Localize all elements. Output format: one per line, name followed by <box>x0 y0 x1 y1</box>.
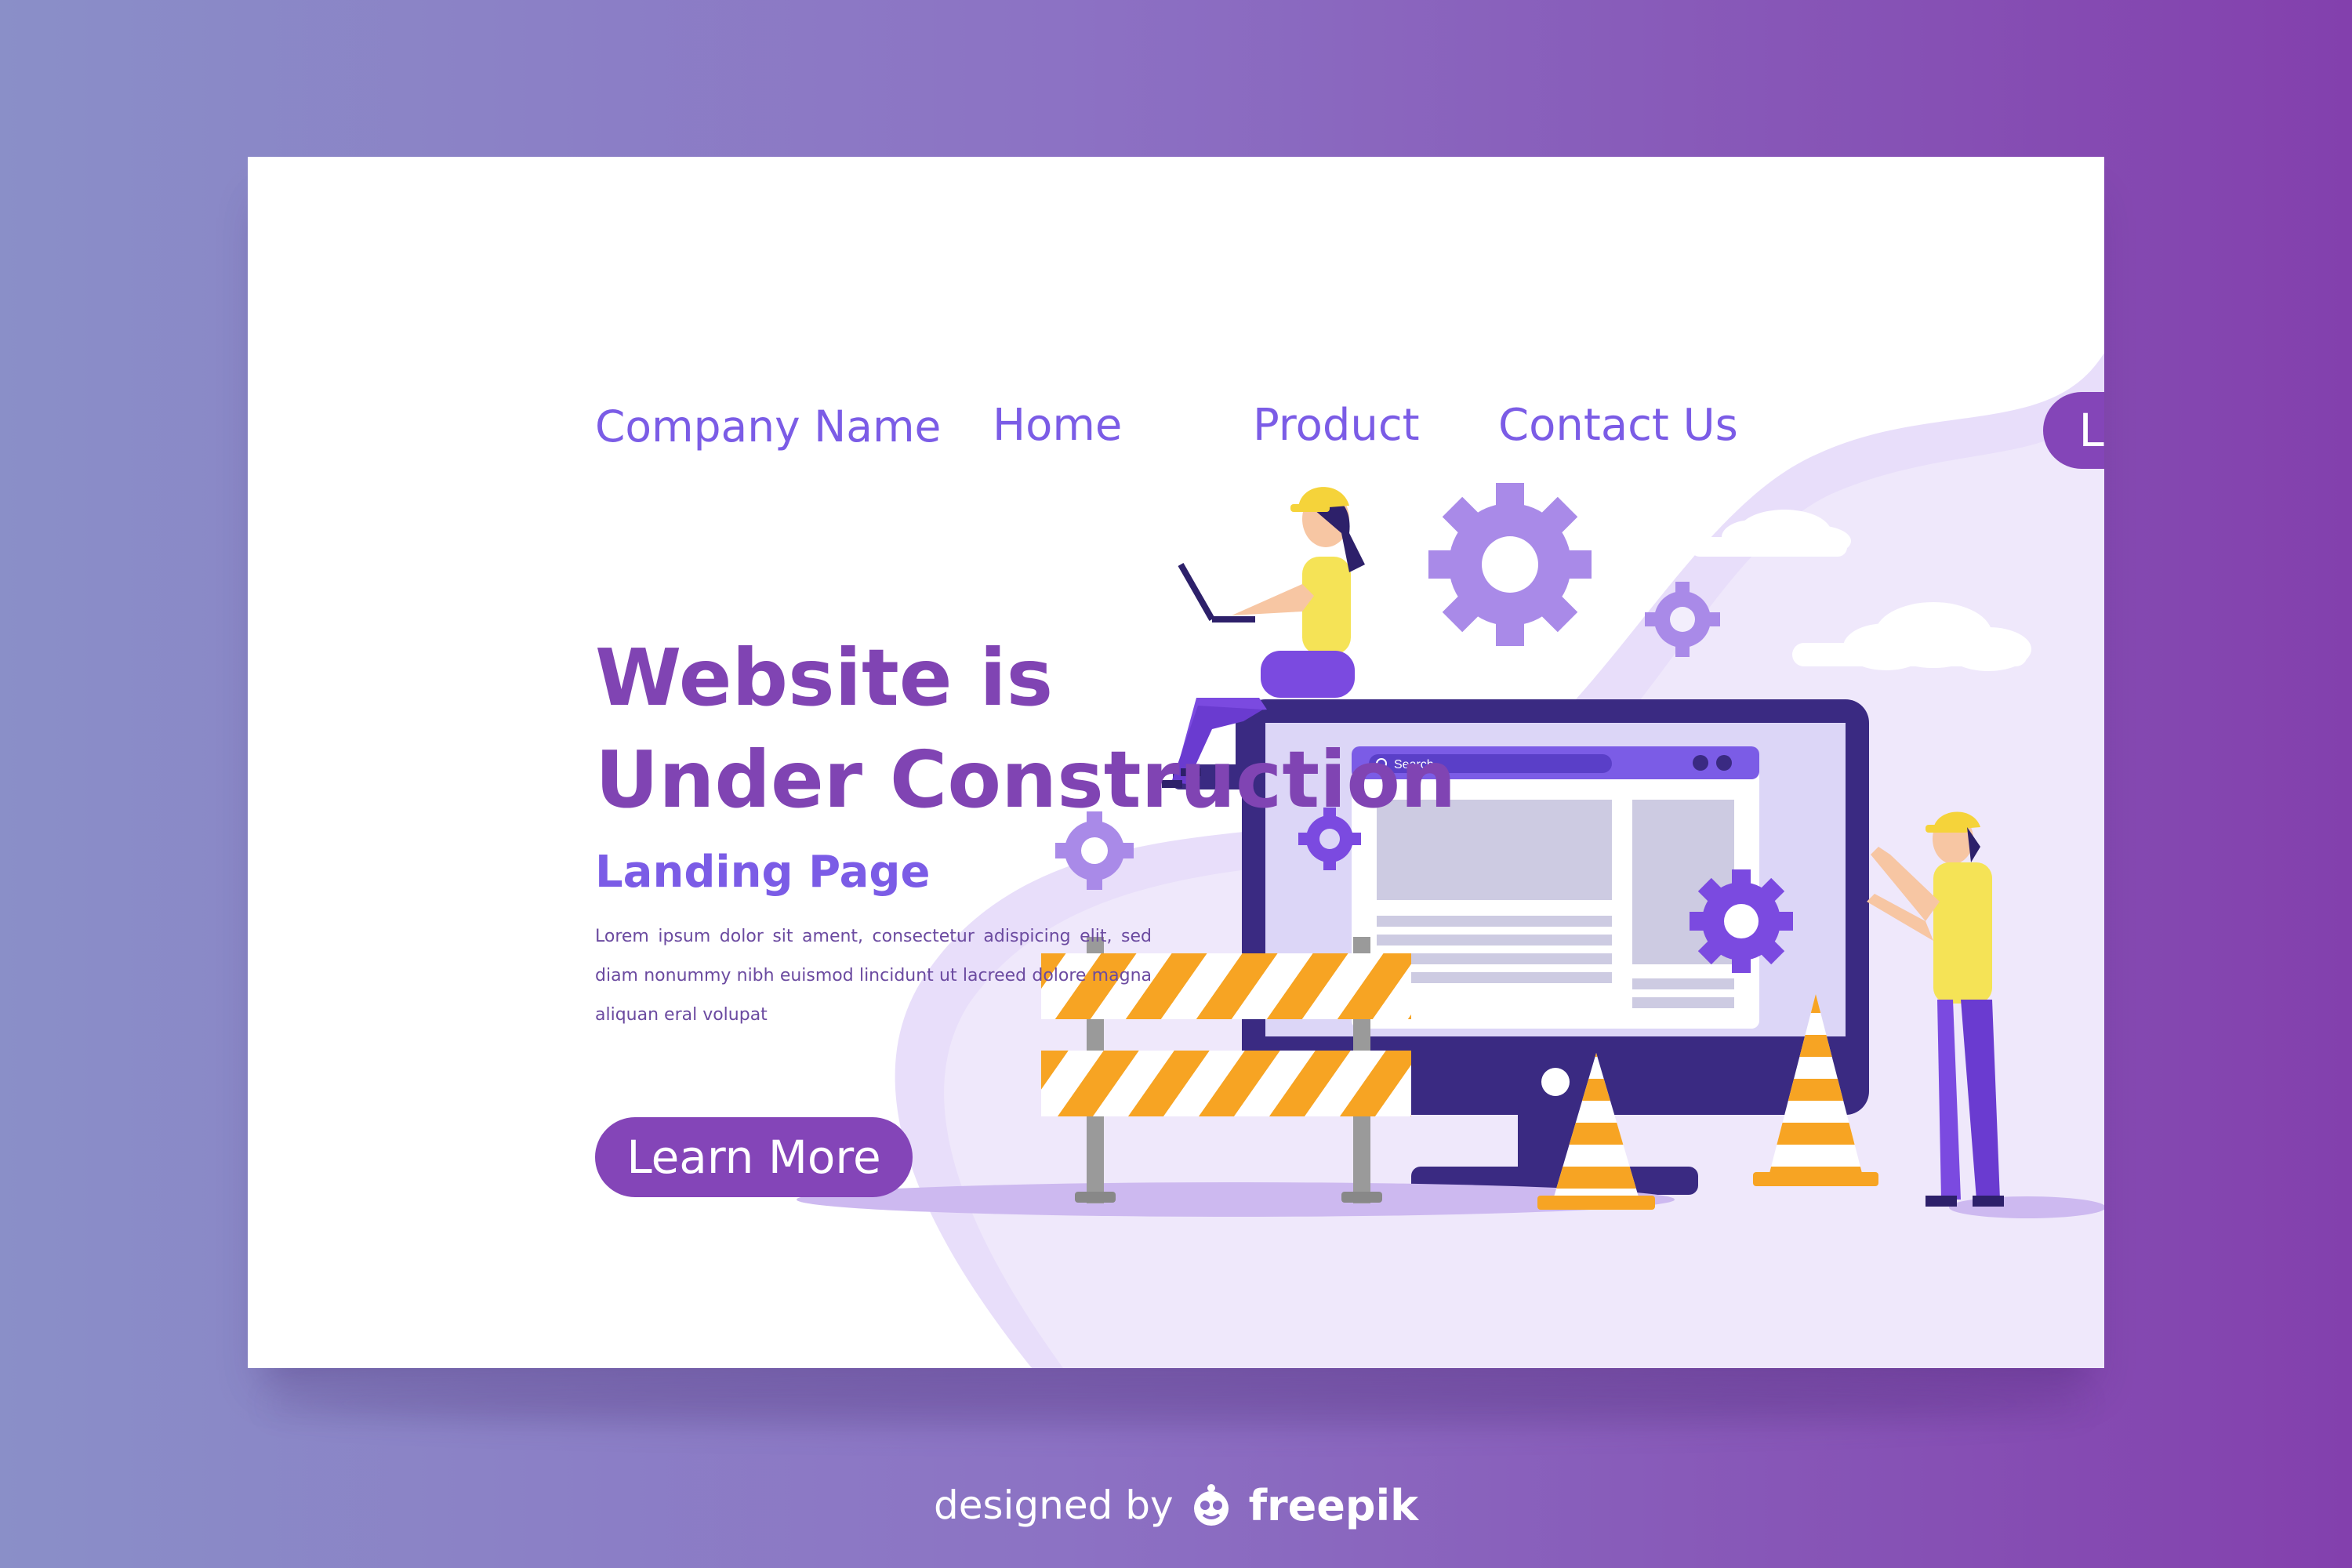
gear-icon <box>1690 869 1793 973</box>
footer-credit: designed by freepik <box>0 1474 2352 1537</box>
page-title: Website is Under Construction <box>595 627 1456 831</box>
nav-contact-us-link[interactable]: Contact Us <box>1498 400 1738 451</box>
landing-page-card: Search Company Name Home Product Contact… <box>248 157 2104 1368</box>
gear-icon <box>1428 483 1592 646</box>
floor-shadow <box>1949 1196 2104 1218</box>
body-paragraph: Lorem ipsum dolor sit ament, consectetur… <box>595 927 1152 1025</box>
nav-product-link[interactable]: Product <box>1253 400 1420 451</box>
nav-home-link[interactable]: Home <box>993 400 1122 451</box>
headline-line-1: Website is <box>595 632 1054 724</box>
card-shadow <box>267 1380 2085 1427</box>
credit-brand[interactable]: freepik <box>1249 1481 1418 1530</box>
learn-more-button[interactable]: Learn More <box>595 1117 913 1197</box>
subheading: Landing Page <box>595 847 931 898</box>
freepik-logo-icon <box>1193 1484 1229 1526</box>
company-name-logo[interactable]: Company Name <box>595 401 941 452</box>
credit-prefix: designed by <box>933 1483 1174 1528</box>
headline-line-2: Under Construction <box>595 734 1457 826</box>
